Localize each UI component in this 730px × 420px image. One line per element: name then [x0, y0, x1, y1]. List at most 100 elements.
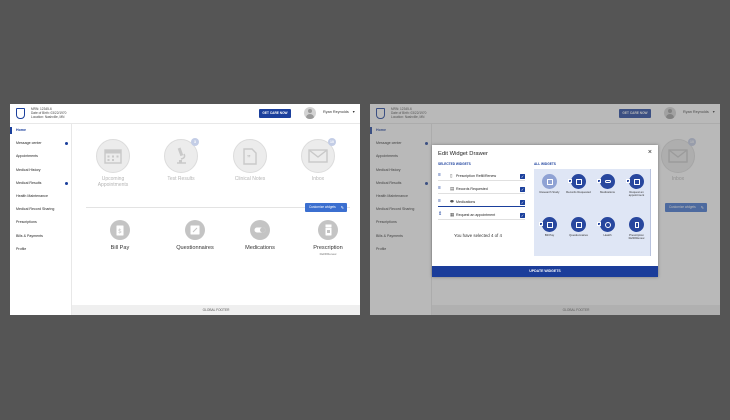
selected-widget-label: Records Requested	[456, 187, 488, 191]
sidebar-item-medical-results[interactable]: Medical Results	[10, 177, 71, 190]
drag-handle-icon[interactable]: ≡	[438, 173, 441, 178]
all-widget-research-study[interactable]: Research Study	[535, 174, 564, 194]
logo-crest-icon	[16, 108, 25, 119]
prescription-icon	[629, 217, 644, 232]
patient-location: Location: Nashville, MN	[31, 115, 65, 120]
check-icon: ✓	[539, 222, 543, 227]
all-widget-health[interactable]: ✓ Health	[593, 217, 622, 237]
selected-widget-row[interactable]: ≡ ⬬ Medications ✓	[438, 197, 525, 207]
checkbox-checked-icon[interactable]: ✓	[520, 199, 525, 205]
widget-bill-pay[interactable]: $ Bill Pay	[95, 220, 145, 251]
drag-handle-icon[interactable]: ⇕	[438, 212, 442, 217]
sidebar-item-message-center[interactable]: Message center	[10, 137, 71, 150]
notification-dot-icon	[65, 142, 68, 146]
sidebar-item-medical-record-sharing[interactable]: Medical Record Sharing	[10, 203, 71, 216]
sidebar-item-medical-history[interactable]: Medical History	[10, 164, 71, 177]
widget-medications[interactable]: Medications	[235, 220, 285, 251]
prescription-icon	[318, 220, 338, 240]
check-icon: ✓	[597, 179, 601, 184]
all-widget-label: Bill Pay	[544, 233, 555, 237]
customize-widgets-button[interactable]: Customize widgets ✎	[305, 203, 347, 212]
drag-handle-icon[interactable]: ≡	[438, 199, 441, 204]
close-icon[interactable]: ×	[648, 149, 652, 156]
sidebar-item-appointments[interactable]: Appointments	[10, 150, 71, 163]
widget-label: Inbox	[311, 176, 325, 182]
all-widgets-heading: ALL WIDGETS	[534, 162, 556, 166]
notification-dot-icon	[65, 181, 68, 185]
clipboard-icon	[571, 217, 586, 232]
widget-clinical-notes[interactable]: ❞ Clinical Notes	[225, 139, 275, 183]
patient-info: MRN: 12345-6 Date of Birth: 03/22/1970 L…	[31, 107, 66, 120]
all-widget-prescription[interactable]: Prescription Refill/Renew	[622, 217, 651, 241]
sidebar-item-health-maintenance[interactable]: Health Maintenance	[10, 190, 71, 203]
dashboard-screen: MRN: 12345-6 Date of Birth: 03/22/1970 L…	[10, 104, 360, 315]
sidebar-item-profile[interactable]: Profile	[10, 243, 71, 256]
widget-label: Test Results	[167, 176, 195, 182]
all-widget-medications[interactable]: ✓ Medications	[593, 174, 622, 194]
avatar[interactable]	[304, 107, 316, 119]
all-widget-label: Prescription Refill/Renew	[628, 233, 645, 241]
all-widget-bill-pay[interactable]: ✓ Bill Pay	[535, 217, 564, 237]
widget-label: Clinical Notes	[234, 176, 266, 182]
chevron-down-icon[interactable]: ▼	[352, 110, 355, 114]
calendar-icon: ✓	[626, 174, 644, 189]
scrollbar[interactable]	[650, 169, 651, 256]
notes-icon: ❞	[233, 139, 267, 173]
all-widget-label: Medications	[600, 190, 615, 194]
sidebar-item-bills-payments[interactable]: Bills & Payments	[10, 230, 71, 243]
customize-widgets-label: Customize widgets	[309, 205, 336, 209]
checkbox-checked-icon[interactable]: ✓	[520, 173, 525, 179]
edit-widget-drawer-modal: Edit Widget Drawer × SELECTED WIDGETS AL…	[432, 145, 658, 277]
test-results-badge: 3	[191, 138, 199, 146]
widget-label: Upcoming Appointments	[97, 176, 129, 188]
main-content: Upcoming Appointments 3 Test Results ❞ C…	[72, 124, 360, 315]
widget-test-results[interactable]: 3 Test Results	[156, 138, 206, 183]
apple-icon: ✓	[597, 217, 615, 232]
sidebar: Home Message center Appointments Medical…	[10, 124, 72, 315]
modal-title: Edit Widget Drawer	[438, 151, 488, 157]
widget-upcoming-appointments[interactable]: Upcoming Appointments	[88, 139, 138, 188]
selected-widget-row[interactable]: ≡ ▯ Prescription Refill/Renew ✓	[438, 171, 525, 181]
research-icon	[542, 174, 557, 189]
widget-prescription[interactable]: Prescription Refill/Renew	[303, 220, 353, 256]
drag-handle-icon[interactable]: ≡	[438, 186, 441, 191]
widget-label: Medications	[245, 245, 275, 251]
get-care-now-button[interactable]: GET CARE NOW	[259, 109, 291, 118]
widget-sublabel: Refill/Renew	[319, 252, 337, 256]
widget-questionnaires[interactable]: Questionnaires	[170, 220, 220, 251]
all-widget-records-requested[interactable]: ✓ Records Requested	[564, 174, 593, 194]
checkbox-checked-icon[interactable]: ✓	[520, 212, 525, 218]
sidebar-item-prescriptions[interactable]: Prescriptions	[10, 216, 71, 229]
pill-icon	[250, 220, 270, 240]
pencil-icon: ✎	[340, 205, 344, 210]
all-widget-request-appointment[interactable]: ✓ Request an appointment	[622, 174, 651, 198]
pill-icon: ⬬	[450, 199, 454, 204]
bill-icon: $	[110, 220, 130, 240]
calendar-icon: ▦	[450, 212, 455, 217]
envelope-icon: 10	[301, 138, 336, 173]
check-icon: ✓	[568, 179, 572, 184]
records-icon: ✓	[568, 174, 586, 189]
pill-icon: ✓	[597, 174, 615, 189]
checkbox-checked-icon[interactable]: ✓	[520, 186, 525, 192]
check-icon: ✓	[626, 179, 630, 184]
sidebar-item-label: Message center	[16, 141, 42, 146]
widget-label: Prescription	[313, 245, 343, 251]
selection-count: You have selected 4 of 4	[454, 233, 502, 238]
svg-text:❞: ❞	[247, 154, 251, 162]
calendar-icon	[96, 139, 130, 173]
widget-label: Bill Pay	[110, 245, 130, 251]
all-widget-label: Request an appointment	[628, 190, 645, 198]
update-widgets-button[interactable]: UPDATE WIDGETS	[432, 266, 658, 277]
user-name[interactable]: Ryan Reynolds	[323, 110, 349, 114]
check-icon: ✓	[597, 222, 601, 227]
sidebar-item-home[interactable]: Home	[10, 124, 71, 137]
all-widget-questionnaires[interactable]: Questionnaires	[564, 217, 593, 237]
sidebar-item-label: Medical Results	[16, 180, 42, 185]
all-widget-label: Questionnaires	[569, 233, 588, 237]
all-widget-label: Research Study	[539, 190, 560, 194]
top-header: MRN: 12345-6 Date of Birth: 03/22/1970 L…	[10, 104, 360, 124]
selected-widget-row[interactable]: ⇕ ▦ Request an appointment ✓	[438, 210, 525, 220]
selected-widget-row[interactable]: ≡ ▤ Records Requested ✓	[438, 184, 525, 194]
widget-inbox[interactable]: 10 Inbox	[293, 138, 343, 183]
